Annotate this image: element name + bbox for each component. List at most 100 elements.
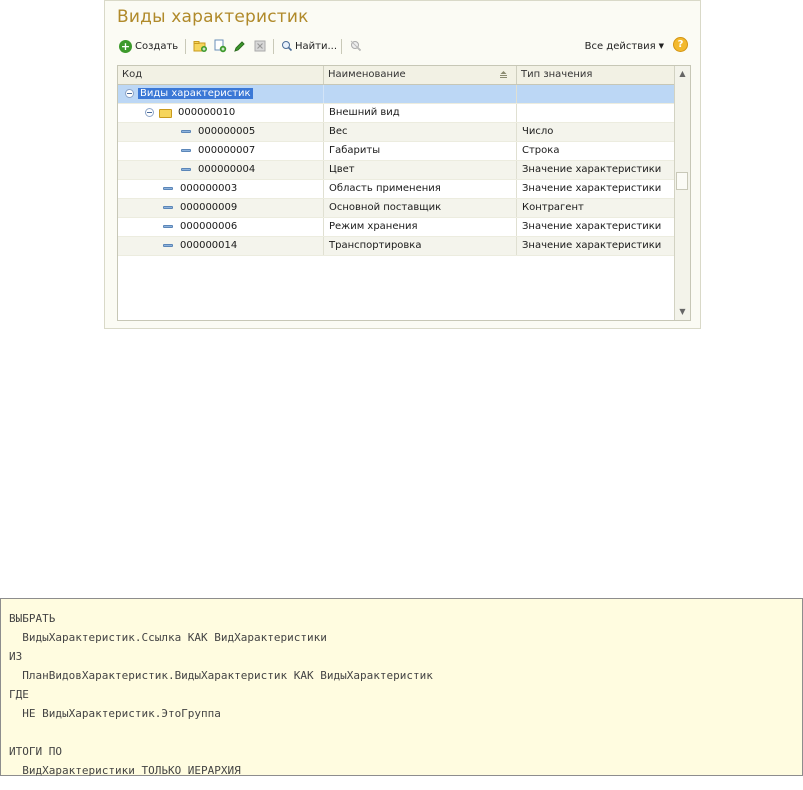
cell-code: 000000007 <box>118 142 324 160</box>
item-icon <box>163 244 173 247</box>
cell-code: 000000014 <box>118 237 324 255</box>
code-line: ВидыХарактеристик.Ссылка КАК ВидХарактер… <box>9 631 327 644</box>
cell-name: Основной поставщик <box>324 199 517 217</box>
cell-name: Габариты <box>324 142 517 160</box>
cell-value-type: Строка <box>522 145 560 156</box>
cell-code: 000000010 <box>118 104 324 122</box>
table-row[interactable]: 000000003 Область применения Значение ха… <box>118 180 675 199</box>
column-header-value-type[interactable]: Тип значения <box>517 66 675 84</box>
cell-value-type <box>517 104 675 122</box>
create-button-label: Создать <box>135 40 179 52</box>
cell-value-type <box>517 85 675 103</box>
create-group-button[interactable] <box>193 37 207 55</box>
item-icon <box>163 206 173 209</box>
code-line: ВЫБРАТЬ <box>9 612 56 625</box>
row-code: 000000005 <box>198 126 256 137</box>
create-button[interactable]: + Создать <box>119 37 178 55</box>
row-code: 000000006 <box>180 221 238 232</box>
row-code: 000000009 <box>180 202 238 213</box>
query-text: ВЫБРАТЬ ВидыХарактеристик.Ссылка КАК Вид… <box>1 599 802 790</box>
code-line: НЕ ВидыХарактеристик.ЭтоГруппа <box>9 707 221 720</box>
table-row[interactable]: 000000004 Цвет Значение характеристики <box>118 161 675 180</box>
toolbar: + Создать Найти... Все действия ▼ ? <box>119 37 688 57</box>
row-code: 000000010 <box>178 107 236 118</box>
delete-button[interactable] <box>253 37 267 55</box>
cell-code: 000000005 <box>118 123 324 141</box>
cell-code: 000000004 <box>118 161 324 179</box>
code-line: ПланВидовХарактеристик.ВидыХарактеристик… <box>9 669 433 682</box>
cancel-search-button[interactable] <box>349 37 363 55</box>
table-row[interactable]: 000000010 Внешний вид <box>118 104 675 123</box>
cancel-search-icon <box>350 40 362 52</box>
query-code-panel: ВЫБРАТЬ ВидыХарактеристик.Ссылка КАК Вид… <box>0 598 803 777</box>
plus-icon: + <box>119 39 132 53</box>
copy-icon <box>214 39 227 53</box>
delete-icon <box>254 40 266 52</box>
collapse-icon[interactable] <box>125 89 134 98</box>
cell-value-type: Значение характеристики <box>522 240 662 251</box>
window-title: Виды характеристик <box>117 7 309 27</box>
row-code: Виды характеристик <box>138 88 253 99</box>
cell-name <box>324 85 517 103</box>
collapse-icon[interactable] <box>145 108 154 117</box>
column-header-code[interactable]: Код <box>118 66 324 84</box>
table-row[interactable]: Виды характеристик <box>118 85 675 104</box>
toolbar-separator <box>341 39 342 54</box>
code-line: ВидХарактеристики ТОЛЬКО ИЕРАРХИЯ <box>9 764 241 777</box>
cell-code: 000000003 <box>118 180 324 198</box>
cell-name: Транспортировка <box>324 237 517 255</box>
table-body: Виды характеристик 000000010 Внешний вид <box>118 85 675 256</box>
item-icon <box>181 149 191 152</box>
table-row[interactable]: 000000014 Транспортировка Значение харак… <box>118 237 675 256</box>
item-icon <box>163 225 173 228</box>
table-row[interactable]: 000000007 Габариты Строка <box>118 142 675 161</box>
cell-code: 000000006 <box>118 218 324 236</box>
copy-button[interactable] <box>213 37 227 55</box>
add-folder-icon <box>193 41 207 52</box>
magnifier-icon <box>282 41 293 52</box>
cell-value-type: Контрагент <box>522 202 584 213</box>
cell-name: Вес <box>324 123 517 141</box>
table-row[interactable]: 000000005 Вес Число <box>118 123 675 142</box>
cell-name: Цвет <box>324 161 517 179</box>
cell-code: 000000009 <box>118 199 324 217</box>
code-line: ИТОГИ ПО <box>9 745 62 758</box>
row-code: 000000003 <box>180 183 238 194</box>
find-button-label: Найти... <box>295 40 338 52</box>
toolbar-separator <box>273 39 274 54</box>
item-icon <box>181 168 191 171</box>
item-icon <box>163 187 173 190</box>
code-line: ИЗ <box>9 650 23 663</box>
cell-value-type: Число <box>522 126 554 137</box>
cell-code: Виды характеристик <box>118 85 324 103</box>
column-header-name-label: Наименование <box>328 69 406 80</box>
all-actions-menu[interactable]: Все действия ▼ <box>585 37 664 55</box>
edit-button[interactable] <box>233 37 247 55</box>
characteristics-window: Виды характеристик + Создать Найти... Вс… <box>104 0 701 329</box>
column-header-name[interactable]: Наименование <box>324 66 517 84</box>
help-icon: ? <box>677 39 684 50</box>
table-row[interactable]: 000000009 Основной поставщик Контрагент <box>118 199 675 218</box>
sort-ascending-icon <box>500 71 507 78</box>
row-code: 000000014 <box>180 240 238 251</box>
item-icon <box>181 130 191 133</box>
scroll-thumb[interactable] <box>676 172 688 190</box>
characteristics-table: Код Наименование Тип значения Виды харак… <box>117 65 691 321</box>
cell-value-type: Значение характеристики <box>522 164 662 175</box>
cell-name: Область применения <box>324 180 517 198</box>
all-actions-label: Все действия <box>584 40 656 52</box>
row-code: 000000004 <box>198 164 256 175</box>
table-header: Код Наименование Тип значения <box>118 66 675 85</box>
scroll-up-icon[interactable]: ▲ <box>675 66 690 82</box>
chevron-down-icon: ▼ <box>658 42 664 50</box>
scroll-down-icon[interactable]: ▼ <box>675 304 690 320</box>
find-button[interactable]: Найти... <box>281 37 337 55</box>
folder-icon <box>159 109 172 118</box>
code-line: ГДЕ <box>9 688 29 701</box>
vertical-scrollbar[interactable]: ▲ ▼ <box>674 66 690 320</box>
row-code: 000000007 <box>198 145 256 156</box>
cell-name: Внешний вид <box>324 104 517 122</box>
help-button[interactable]: ? <box>673 37 688 52</box>
table-row[interactable]: 000000006 Режим хранения Значение характ… <box>118 218 675 237</box>
cell-value-type: Значение характеристики <box>522 183 662 194</box>
